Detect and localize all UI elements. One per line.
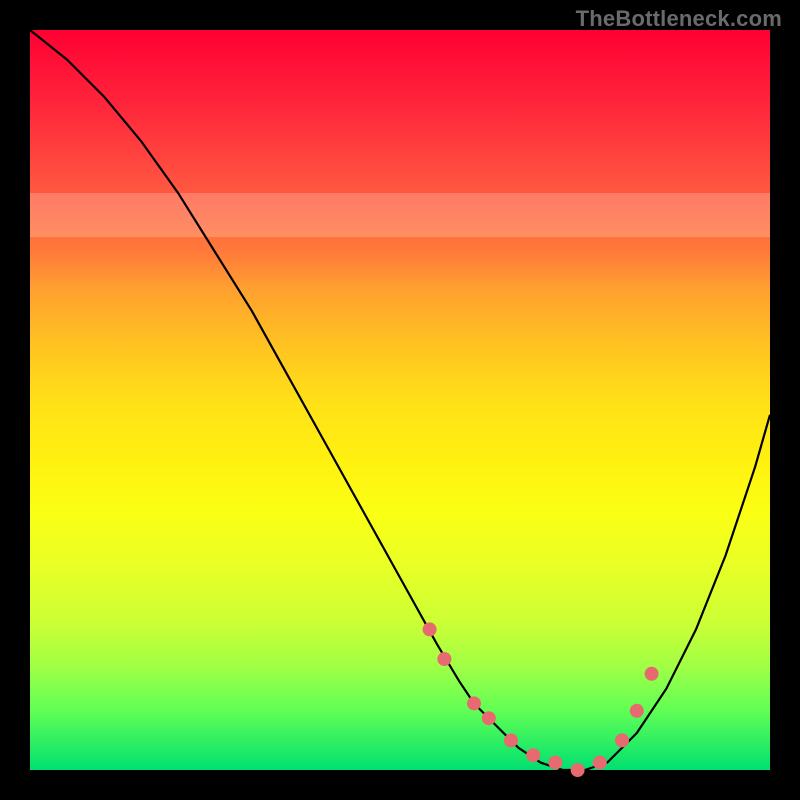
marker-dot [548, 756, 562, 770]
marker-dot [645, 667, 659, 681]
curve-path [30, 30, 770, 770]
chart-svg [30, 30, 770, 770]
marker-group [423, 622, 659, 777]
marker-dot [423, 622, 437, 636]
marker-dot [526, 748, 540, 762]
marker-dot [482, 711, 496, 725]
plot-area [30, 30, 770, 770]
marker-dot [571, 763, 585, 777]
marker-dot [630, 704, 644, 718]
marker-dot [615, 733, 629, 747]
marker-dot [504, 733, 518, 747]
watermark-text: TheBottleneck.com [576, 6, 782, 32]
chart-stage: TheBottleneck.com [0, 0, 800, 800]
marker-dot [437, 652, 451, 666]
marker-dot [467, 696, 481, 710]
marker-dot [593, 756, 607, 770]
